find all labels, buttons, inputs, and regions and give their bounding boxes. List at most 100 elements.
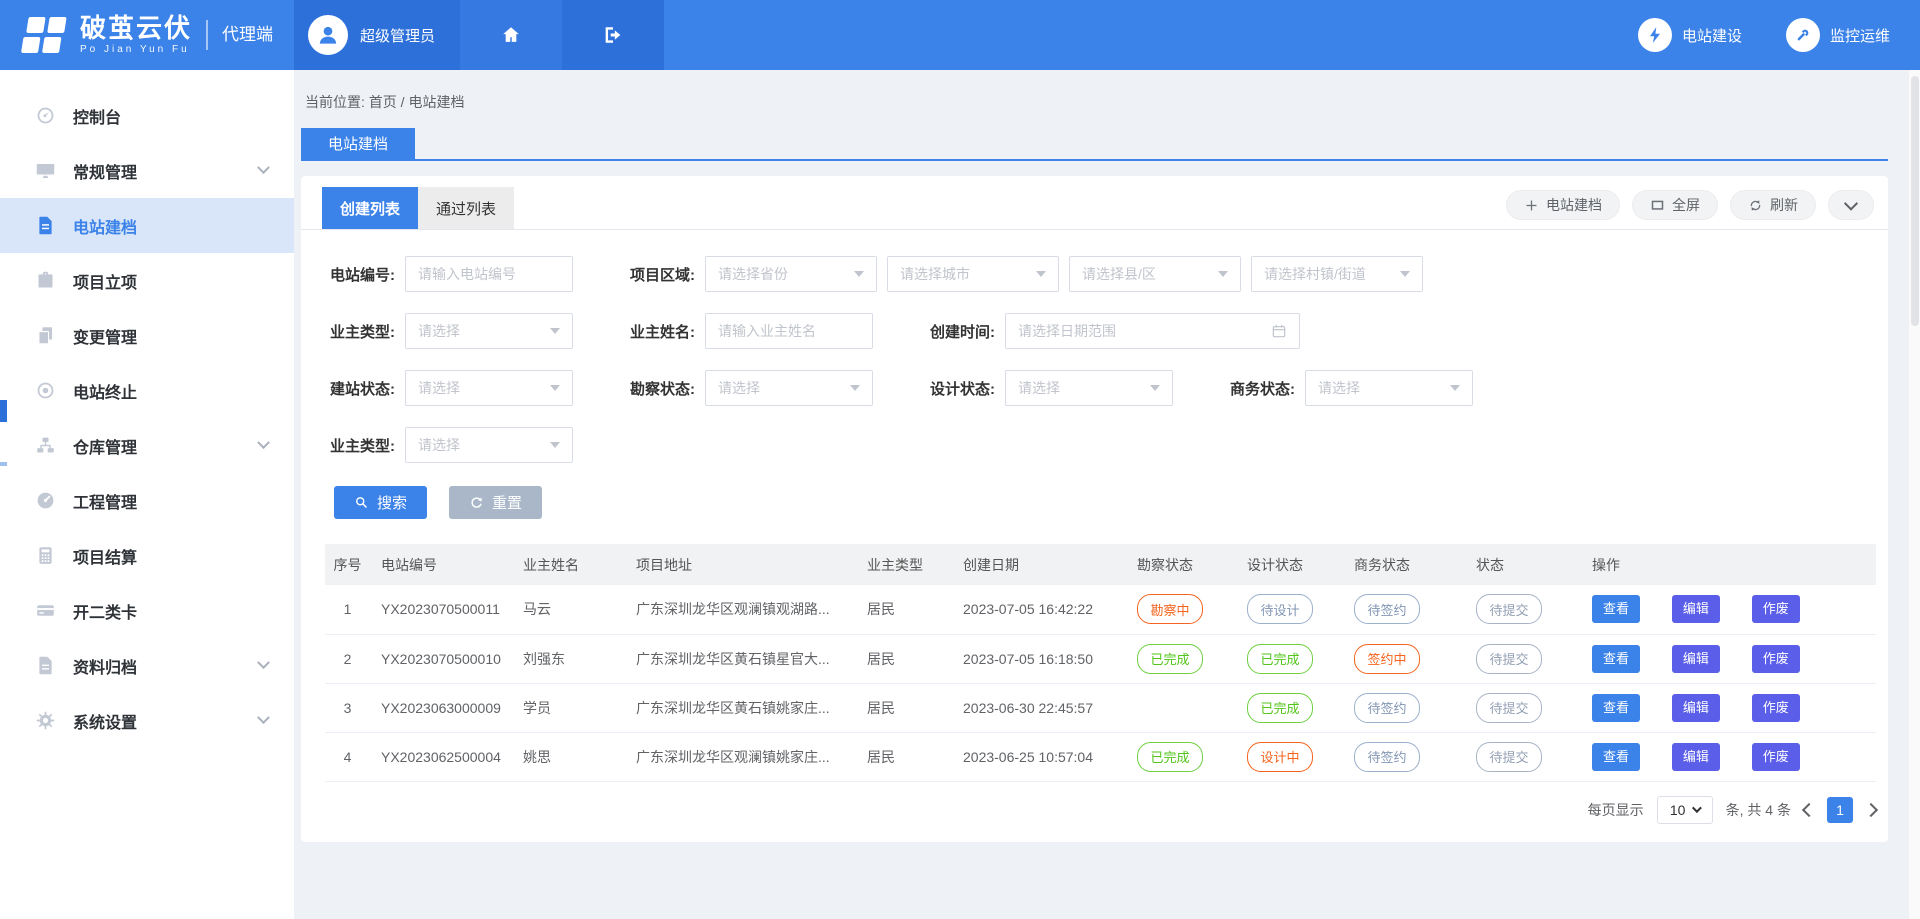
sidebar-item-label: 系统设置 — [73, 709, 137, 733]
sidebar-item-project-settlement[interactable]: 项目结算 — [0, 528, 294, 583]
owner-type-select[interactable]: 请选择 — [405, 313, 573, 349]
card-icon — [35, 600, 56, 621]
filter-region: 项目区域: 请选择省份 请选择城市 请选择县/区 请选择村镇/街道 — [630, 256, 1433, 292]
sidebar-item-type2-card[interactable]: 开二类卡 — [0, 583, 294, 638]
sidebar-item-system-settings[interactable]: 系统设置 — [0, 693, 294, 748]
province-select[interactable]: 请选择省份 — [705, 256, 877, 292]
date-range-placeholder: 请选择日期范围 — [1018, 321, 1116, 341]
sidebar-item-project-initiation[interactable]: 项目立项 — [0, 253, 294, 308]
cell-station-code: YX2023070500010 — [370, 634, 512, 683]
view-button[interactable]: 查看 — [1592, 694, 1640, 722]
card-header: 创建列表 通过列表 电站建档 全屏 — [301, 176, 1888, 230]
date-range-input[interactable]: 请选择日期范围 — [1005, 313, 1300, 349]
per-page-label: 每页显示 — [1588, 800, 1644, 820]
edit-button[interactable]: 编辑 — [1672, 694, 1720, 722]
cell-owner-type: 居民 — [856, 585, 952, 634]
town-select[interactable]: 请选择村镇/街道 — [1251, 256, 1423, 292]
sidebar-item-label: 项目立项 — [73, 269, 137, 293]
void-button[interactable]: 作废 — [1752, 694, 1800, 722]
view-button[interactable]: 查看 — [1592, 743, 1640, 771]
sidebar-item-station-archive[interactable]: 电站建档 — [0, 198, 294, 253]
city-select[interactable]: 请选择城市 — [887, 256, 1059, 292]
brand: 破茧云伏 Po Jian Yun Fu 代理端 — [0, 0, 294, 70]
status-badge: 待提交 — [1476, 594, 1542, 624]
collapse-toggle-button[interactable] — [1828, 190, 1874, 220]
sidebar-item-data-archive[interactable]: 资料归档 — [0, 638, 294, 693]
reset-button[interactable]: 重置 — [449, 486, 542, 519]
survey-status-select[interactable]: 请选择 — [705, 370, 873, 406]
home-button[interactable] — [460, 0, 562, 70]
sidebar-item-label: 工程管理 — [73, 489, 137, 513]
owner-name-input[interactable] — [705, 313, 873, 349]
chevron-down-icon — [1400, 271, 1410, 277]
void-button[interactable]: 作废 — [1752, 743, 1800, 771]
create-station-button[interactable]: 电站建档 — [1506, 190, 1620, 220]
edit-button[interactable]: 编辑 — [1672, 595, 1720, 623]
edit-button[interactable]: 编辑 — [1672, 743, 1720, 771]
filter-actions: 搜索 重置 — [301, 484, 1888, 519]
owner-type-2-select[interactable]: 请选择 — [405, 427, 573, 463]
nav-monitor-ops[interactable]: 监控运维 — [1786, 18, 1890, 52]
nav-station-construction[interactable]: 电站建设 — [1638, 18, 1742, 52]
station-code-input[interactable] — [405, 256, 573, 292]
view-button[interactable]: 查看 — [1592, 595, 1640, 623]
edit-button[interactable]: 编辑 — [1672, 645, 1720, 673]
county-select[interactable]: 请选择县/区 — [1069, 256, 1241, 292]
refresh-button[interactable]: 刷新 — [1730, 190, 1816, 220]
fullscreen-button[interactable]: 全屏 — [1632, 190, 1718, 220]
sidebar-item-engineering-mgmt[interactable]: 工程管理 — [0, 473, 294, 528]
sidebar-item-console[interactable]: 控制台 — [0, 88, 294, 143]
sidebar-item-change-mgmt[interactable]: 变更管理 — [0, 308, 294, 363]
current-user[interactable]: 超级管理员 — [294, 0, 460, 70]
portal-label: 代理端 — [206, 20, 273, 50]
view-button[interactable]: 查看 — [1592, 645, 1640, 673]
page-scrollbar[interactable] — [1908, 70, 1920, 919]
design-status-select[interactable]: 请选择 — [1005, 370, 1173, 406]
business-status-placeholder: 请选择 — [1318, 378, 1360, 398]
dashboard-icon — [35, 105, 56, 126]
business-status-select[interactable]: 请选择 — [1305, 370, 1473, 406]
sidebar-item-general-mgmt[interactable]: 常规管理 — [0, 143, 294, 198]
tab-station-archive[interactable]: 电站建档 — [301, 128, 415, 159]
header-spacer — [664, 0, 1638, 70]
void-button[interactable]: 作废 — [1752, 595, 1800, 623]
calculator-icon — [35, 545, 56, 566]
refresh-label: 刷新 — [1770, 195, 1798, 215]
tab-passed-list[interactable]: 通过列表 — [418, 187, 514, 229]
search-button[interactable]: 搜索 — [334, 486, 427, 519]
sidebar-item-label: 资料归档 — [73, 654, 137, 678]
breadcrumb-path[interactable]: 首页 / 电站建档 — [369, 94, 465, 110]
sidebar-scrollbar-thumb[interactable] — [0, 400, 7, 422]
tab-create-list[interactable]: 创建列表 — [322, 187, 418, 229]
per-page-select[interactable]: 10 — [1657, 796, 1713, 824]
filter-row-4: 业主类型: 请选择 — [330, 427, 1866, 463]
chevron-down-icon — [1150, 385, 1160, 391]
void-button[interactable]: 作废 — [1752, 645, 1800, 673]
gauge-icon — [35, 490, 56, 511]
owner-type-placeholder: 请选择 — [418, 321, 460, 341]
filter-owner-type: 业主类型: 请选择 — [330, 313, 630, 349]
sidebar-item-warehouse-mgmt[interactable]: 仓库管理 — [0, 418, 294, 473]
filter-row-3: 建站状态: 请选择 勘察状态: 请选择 设计状态: 请 — [330, 370, 1866, 406]
filter-form: 电站编号: 项目区域: 请选择省份 请选择城市 请选择县/区 — [301, 230, 1888, 463]
build-status-select[interactable]: 请选择 — [405, 370, 573, 406]
search-label: 搜索 — [377, 492, 407, 513]
col-survey-status: 勘察状态 — [1126, 544, 1236, 585]
logout-button[interactable] — [562, 0, 664, 70]
breadcrumb: 当前位置: 首页 / 电站建档 — [301, 70, 1888, 128]
filter-label: 建站状态: — [330, 378, 395, 399]
filter-station-code: 电站编号: — [330, 256, 630, 292]
filter-label: 业主姓名: — [630, 321, 695, 342]
sidebar-item-station-termination[interactable]: 电站终止 — [0, 363, 294, 418]
next-page-button[interactable] — [1864, 802, 1878, 816]
status-badge: 已完成 — [1137, 644, 1203, 674]
brand-logo-icon — [20, 15, 68, 55]
plus-icon — [1524, 198, 1539, 213]
cell-index: 4 — [325, 732, 370, 781]
brand-subtitle: Po Jian Yun Fu — [80, 45, 192, 55]
cell-created: 2023-07-05 16:42:22 — [952, 585, 1126, 634]
page-scrollbar-thumb[interactable] — [1911, 76, 1919, 326]
prev-page-button[interactable] — [1802, 802, 1816, 816]
cell-survey-empty — [1126, 683, 1236, 732]
page-1-button[interactable]: 1 — [1827, 797, 1853, 823]
